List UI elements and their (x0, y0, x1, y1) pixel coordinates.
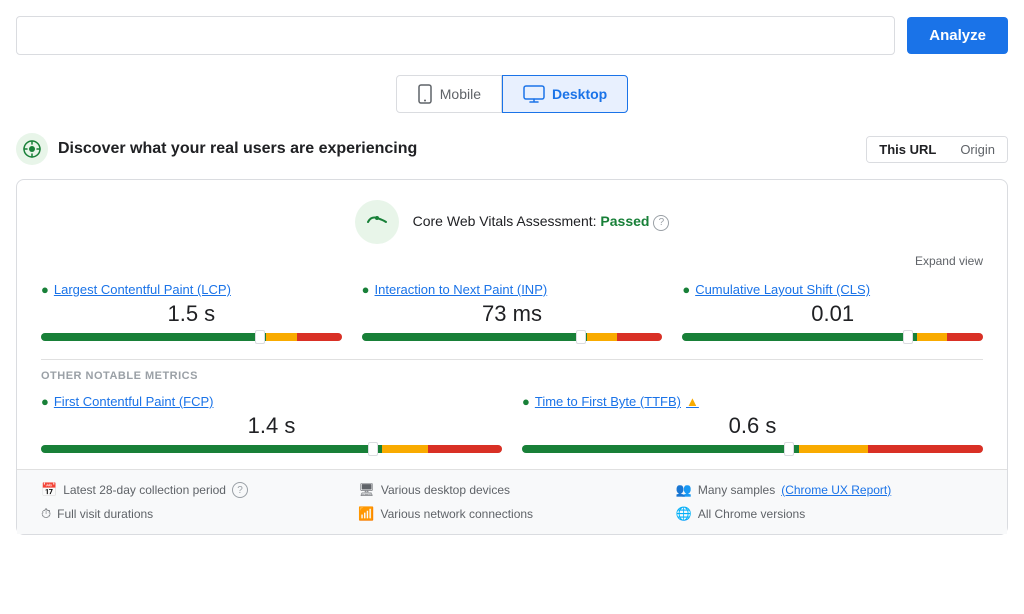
other-metrics-grid: First Contentful Paint (FCP) 1.4 s Time to… (41, 394, 983, 453)
mobile-tab[interactable]: Mobile (396, 75, 502, 113)
mobile-label: Mobile (440, 86, 481, 102)
footer-item-text: Various network connections (381, 507, 534, 521)
monitor-icon: 🖥 (358, 482, 375, 498)
metric-label[interactable]: Time to First Byte (TTFB)▲ (522, 394, 983, 409)
calendar-icon: 📅 (41, 482, 57, 498)
device-toggle: Mobile Desktop (16, 75, 1008, 113)
metric-item: First Contentful Paint (FCP) 1.4 s (41, 394, 502, 453)
footer-item: 📅 Latest 28-day collection period? (41, 482, 348, 498)
progress-marker (255, 330, 265, 344)
metric-value: 0.01 (682, 301, 983, 327)
footer-item-text: Latest 28-day collection period (63, 483, 226, 497)
alert-icon: ▲ (686, 394, 699, 409)
analyze-button[interactable]: Analyze (907, 17, 1008, 54)
cwv-info-icon[interactable]: ? (653, 215, 669, 231)
chrome-icon: 🌐 (676, 506, 692, 522)
footer-item: 🌐 All Chrome versions (676, 506, 983, 522)
footer-info: 📅 Latest 28-day collection period? 🖥 Variou… (17, 469, 1007, 534)
users-icon: 👥 (676, 482, 692, 498)
progress-bar (682, 333, 983, 341)
desktop-label: Desktop (552, 86, 607, 102)
discover-left: Discover what your real users are experi… (16, 133, 417, 165)
footer-item-text: Many samples (698, 483, 775, 497)
info-icon[interactable]: ? (232, 482, 248, 498)
metric-item: Cumulative Layout Shift (CLS) 0.01 (682, 282, 983, 341)
chrome-ux-report-link[interactable]: (Chrome UX Report) (781, 483, 891, 497)
discover-icon (16, 133, 48, 165)
footer-item: 🖥 Various desktop devices (358, 482, 665, 498)
url-input[interactable]: https://www.performyard.com/ (16, 16, 895, 55)
metric-item: Interaction to Next Paint (INP) 73 ms (362, 282, 663, 341)
main-card: Core Web Vitals Assessment: Passed ? Exp… (16, 179, 1008, 535)
metric-value: 73 ms (362, 301, 663, 327)
discover-title: Discover what your real users are experi… (58, 140, 417, 158)
divider (41, 359, 983, 360)
progress-marker (576, 330, 586, 344)
mobile-icon (417, 84, 433, 104)
origin-button[interactable]: Origin (948, 137, 1007, 162)
desktop-icon (523, 85, 545, 103)
expand-view[interactable]: Expand view (41, 254, 983, 268)
desktop-tab[interactable]: Desktop (502, 75, 628, 113)
cwv-title-group: Core Web Vitals Assessment: Passed ? (413, 213, 670, 230)
footer-item-text: Various desktop devices (381, 483, 510, 497)
url-bar: https://www.performyard.com/ Analyze (16, 16, 1008, 55)
other-metrics-label: OTHER NOTABLE METRICS (41, 370, 983, 382)
metric-label[interactable]: Cumulative Layout Shift (CLS) (682, 282, 983, 297)
progress-bar (41, 445, 502, 453)
cwv-header: Core Web Vitals Assessment: Passed ? (41, 200, 983, 244)
cwv-title: Core Web Vitals Assessment: (413, 213, 597, 229)
footer-item-text: Full visit durations (57, 507, 153, 521)
metric-label[interactable]: First Contentful Paint (FCP) (41, 394, 502, 409)
clock-icon: ⏱ (41, 506, 51, 522)
progress-marker (784, 442, 794, 456)
footer-item: 📶 Various network connections (358, 506, 665, 522)
progress-bar (522, 445, 983, 453)
wifi-icon: 📶 (358, 506, 374, 522)
url-origin-toggle: This URL Origin (866, 136, 1008, 163)
cwv-status: Passed (600, 213, 649, 229)
this-url-button[interactable]: This URL (867, 137, 948, 162)
footer-item: 👥 Many samples (Chrome UX Report) (676, 482, 983, 498)
metric-value: 0.6 s (522, 413, 983, 439)
discover-section: Discover what your real users are experi… (16, 133, 1008, 165)
metric-value: 1.4 s (41, 413, 502, 439)
metric-value: 1.5 s (41, 301, 342, 327)
cwv-icon (355, 200, 399, 244)
metrics-grid: Largest Contentful Paint (LCP) 1.5 s Inter… (41, 282, 983, 341)
metric-item: Time to First Byte (TTFB)▲ 0.6 s (522, 394, 983, 453)
progress-marker (368, 442, 378, 456)
progress-marker (903, 330, 913, 344)
footer-item-text: All Chrome versions (698, 507, 805, 521)
progress-bar (362, 333, 663, 341)
metric-label[interactable]: Largest Contentful Paint (LCP) (41, 282, 342, 297)
progress-bar (41, 333, 342, 341)
footer-item: ⏱ Full visit durations (41, 506, 348, 522)
metric-label[interactable]: Interaction to Next Paint (INP) (362, 282, 663, 297)
metric-item: Largest Contentful Paint (LCP) 1.5 s (41, 282, 342, 341)
